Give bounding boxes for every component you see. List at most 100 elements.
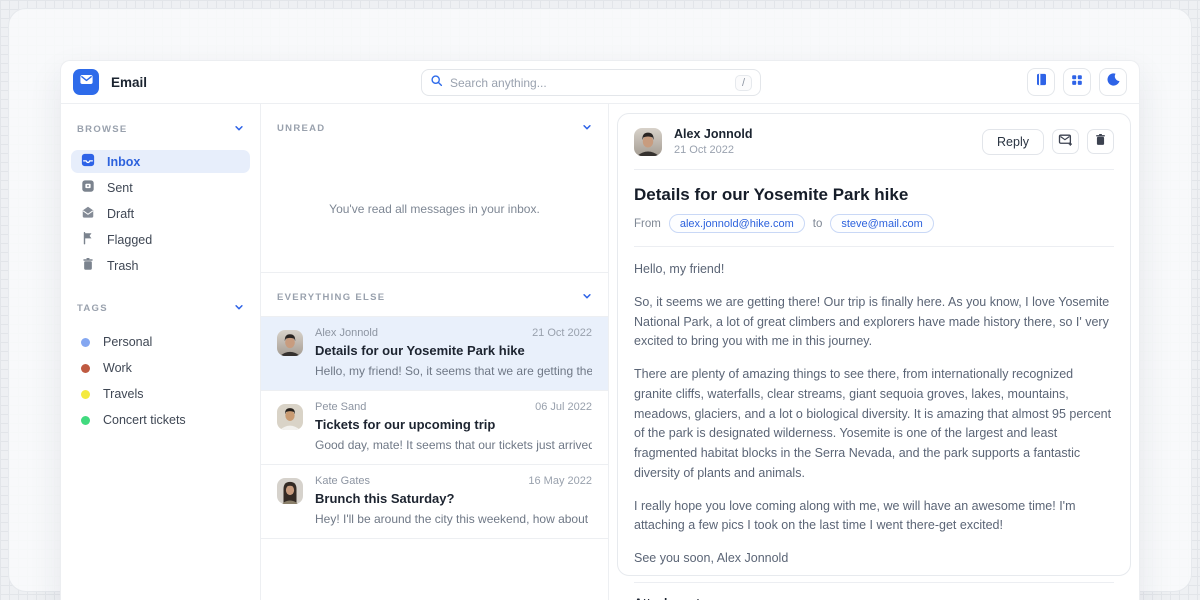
body-paragraph: Hello, my friend! bbox=[634, 260, 1114, 280]
tag-color-dot bbox=[81, 390, 90, 399]
inbox-icon bbox=[81, 153, 95, 170]
email-body-text: Hello, my friend! So, it seems we are ge… bbox=[634, 260, 1114, 569]
chevron-down-icon[interactable] bbox=[234, 299, 244, 317]
everything-else-section-label: EVERYTHING ELSE bbox=[277, 292, 385, 303]
moon-icon bbox=[1106, 72, 1121, 92]
unread-section-header[interactable]: UNREAD bbox=[261, 104, 608, 147]
avatar bbox=[277, 404, 303, 430]
unread-empty-message: You've read all messages in your inbox. bbox=[261, 202, 608, 216]
chevron-down-icon[interactable] bbox=[234, 120, 244, 138]
email-summary: Alex Jonnold 21 Oct 2022 Details for our… bbox=[315, 327, 592, 378]
tag-color-dot bbox=[81, 364, 90, 373]
from-label: From bbox=[634, 218, 661, 230]
everything-else-section: EVERYTHING ELSE Alex Jonnold 21 Oct 2022 bbox=[261, 273, 608, 539]
divider bbox=[634, 582, 1114, 583]
search-bar[interactable]: / bbox=[421, 69, 761, 96]
reply-button[interactable]: Reply bbox=[982, 129, 1044, 155]
body-paragraph: See you soon, Alex Jonnold bbox=[634, 549, 1114, 569]
tag-item-travels[interactable]: Travels bbox=[71, 381, 250, 407]
email-preview: Hello, my friend! So, it seems that we a… bbox=[315, 364, 592, 378]
body-paragraph: So, it seems we are getting there! Our t… bbox=[634, 293, 1114, 352]
email-sender: Pete Sand bbox=[315, 401, 366, 413]
email-subject: Brunch this Saturday? bbox=[315, 491, 592, 506]
divider bbox=[634, 246, 1114, 247]
chevron-down-icon[interactable] bbox=[582, 288, 592, 306]
mail-list-column: UNREAD You've read all messages in your … bbox=[261, 104, 609, 600]
detail-date: 21 Oct 2022 bbox=[674, 144, 752, 156]
reading-list-button[interactable] bbox=[1027, 68, 1055, 96]
avatar bbox=[634, 128, 662, 156]
email-sender: Alex Jonnold bbox=[315, 327, 378, 339]
email-list-item[interactable]: Kate Gates 16 May 2022 Brunch this Satur… bbox=[261, 464, 608, 539]
browse-section-header[interactable]: BROWSE bbox=[71, 118, 250, 150]
body-paragraph: I really hope you love coming along with… bbox=[634, 497, 1114, 537]
avatar bbox=[277, 330, 303, 356]
tag-label: Work bbox=[103, 361, 132, 375]
trash-icon bbox=[1094, 133, 1107, 151]
avatar bbox=[277, 478, 303, 504]
tag-item-work[interactable]: Work bbox=[71, 355, 250, 381]
to-email-chip[interactable]: steve@mail.com bbox=[830, 214, 933, 233]
email-sender: Kate Gates bbox=[315, 475, 370, 487]
email-preview: Good day, mate! It seems that our ticket… bbox=[315, 438, 592, 452]
search-shortcut-key: / bbox=[735, 75, 752, 91]
unread-section-label: UNREAD bbox=[277, 123, 325, 134]
tag-item-concert-tickets[interactable]: Concert tickets bbox=[71, 407, 250, 433]
sidebar-item-flagged[interactable]: Flagged bbox=[71, 228, 250, 251]
unread-section: UNREAD You've read all messages in your … bbox=[261, 104, 608, 273]
sidebar-item-label: Draft bbox=[107, 207, 134, 221]
tag-color-dot bbox=[81, 338, 90, 347]
tag-item-personal[interactable]: Personal bbox=[71, 329, 250, 355]
sidebar-item-inbox[interactable]: Inbox bbox=[71, 150, 250, 173]
mark-unread-button[interactable] bbox=[1052, 129, 1079, 154]
sidebar-item-trash[interactable]: Trash bbox=[71, 254, 250, 277]
browse-section-label: BROWSE bbox=[77, 124, 128, 135]
email-detail-card: Alex Jonnold 21 Oct 2022 Reply bbox=[617, 113, 1131, 576]
from-to-row: From alex.jonnold@hike.com to steve@mail… bbox=[634, 214, 1114, 233]
apps-grid-button[interactable] bbox=[1063, 68, 1091, 96]
tags-section-header[interactable]: TAGS bbox=[71, 297, 250, 329]
attachments-label: Attachments bbox=[634, 596, 1114, 600]
chevron-down-icon[interactable] bbox=[582, 119, 592, 137]
dark-mode-toggle[interactable] bbox=[1099, 68, 1127, 96]
grid-icon bbox=[1070, 73, 1084, 92]
tags-section-label: TAGS bbox=[77, 303, 108, 314]
body-paragraph: There are plenty of amazing things to se… bbox=[634, 365, 1114, 484]
sidebar-item-sent[interactable]: Sent bbox=[71, 176, 250, 199]
detail-header: Alex Jonnold 21 Oct 2022 Reply bbox=[634, 127, 1114, 156]
email-summary: Kate Gates 16 May 2022 Brunch this Satur… bbox=[315, 475, 592, 526]
tag-color-dot bbox=[81, 416, 90, 425]
topbar-actions bbox=[1027, 68, 1127, 96]
sidebar-item-draft[interactable]: Draft bbox=[71, 202, 250, 225]
app-title: Email bbox=[111, 75, 147, 90]
email-subject: Details for our Yosemite Park hike bbox=[315, 343, 592, 358]
email-date: 16 May 2022 bbox=[528, 475, 592, 487]
book-icon bbox=[1034, 72, 1049, 92]
email-date: 21 Oct 2022 bbox=[532, 327, 592, 339]
sent-icon bbox=[81, 179, 95, 196]
email-date: 06 Jul 2022 bbox=[535, 401, 592, 413]
detail-sender-name: Alex Jonnold bbox=[674, 127, 752, 141]
delete-email-button[interactable] bbox=[1087, 129, 1114, 154]
email-summary: Pete Sand 06 Jul 2022 Tickets for our up… bbox=[315, 401, 592, 452]
sidebar: BROWSE Inbox Sent bbox=[61, 104, 261, 600]
search-icon bbox=[430, 74, 443, 92]
email-subject: Tickets for our upcoming trip bbox=[315, 417, 592, 432]
tags-section: TAGS Personal Work Travels bbox=[71, 297, 250, 433]
detail-subject: Details for our Yosemite Park hike bbox=[634, 185, 1114, 205]
everything-else-section-header[interactable]: EVERYTHING ELSE bbox=[261, 273, 608, 316]
tag-label: Travels bbox=[103, 387, 144, 401]
email-list-item[interactable]: Alex Jonnold 21 Oct 2022 Details for our… bbox=[261, 316, 608, 390]
flag-icon bbox=[81, 231, 95, 248]
divider bbox=[634, 169, 1114, 170]
email-list-item[interactable]: Pete Sand 06 Jul 2022 Tickets for our up… bbox=[261, 390, 608, 464]
email-preview: Hey! I'll be around the city this weeken… bbox=[315, 512, 592, 526]
top-bar: Email / bbox=[61, 61, 1139, 104]
draft-icon bbox=[81, 205, 95, 222]
search-input[interactable] bbox=[450, 76, 735, 90]
detail-actions: Reply bbox=[982, 129, 1114, 155]
envelope-logo-icon bbox=[79, 72, 94, 92]
sidebar-item-label: Flagged bbox=[107, 233, 152, 247]
from-email-chip[interactable]: alex.jonnold@hike.com bbox=[669, 214, 805, 233]
sidebar-item-label: Inbox bbox=[107, 155, 140, 169]
